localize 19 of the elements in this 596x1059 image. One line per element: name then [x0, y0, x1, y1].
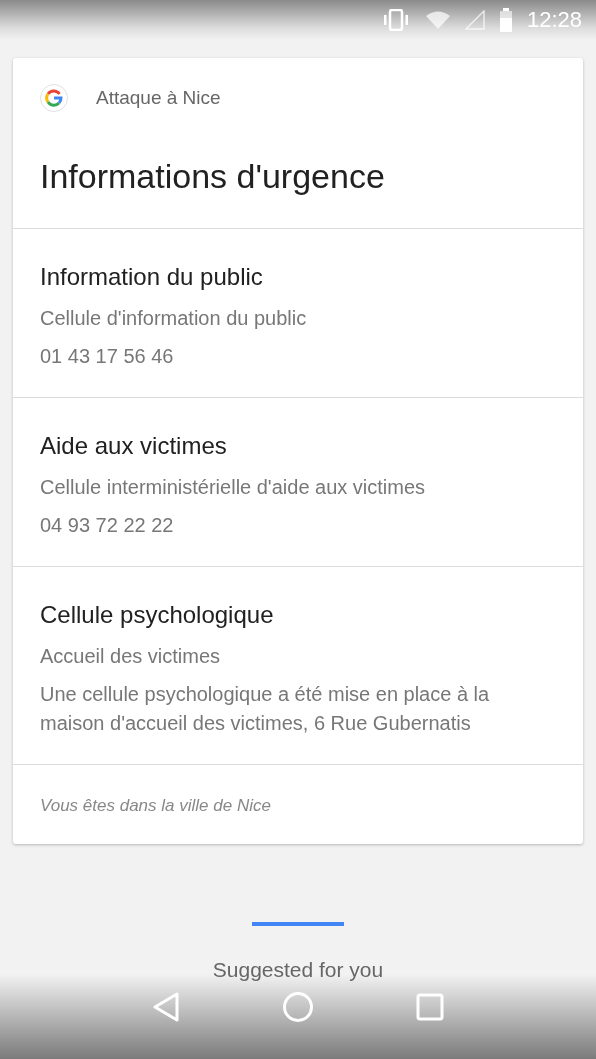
signal-icon — [464, 10, 485, 30]
home-button[interactable] — [282, 990, 314, 1024]
source-label: Attaque à Nice — [96, 87, 221, 109]
wifi-icon — [424, 10, 451, 30]
battery-icon — [498, 8, 513, 32]
section-title: Information du public — [40, 263, 264, 291]
card-title: Informations d'urgence — [40, 156, 386, 196]
suggested-heading: Suggested for you — [211, 958, 385, 982]
logo-icon — [40, 84, 68, 112]
clock-time: 12:28 — [526, 7, 582, 33]
location-note: Vous êtes dans la ville de Nice — [39, 795, 272, 817]
section-title: Aide aux victimes — [40, 432, 228, 460]
section-text: Cellule d'information du public — [40, 306, 308, 331]
section-text: 01 43 17 56 46 — [40, 344, 175, 369]
section-text: Cellule interministérielle d'aide aux victimes — [40, 475, 427, 500]
section-text: Accueil des victimes — [40, 644, 222, 669]
section-text: Une cellule psychologique a été mise en place à la maison d'accueil des victimes, 6 Rue Gubernatis — [40, 682, 491, 736]
section-title: Cellule psychologique — [40, 601, 275, 629]
section-text: 04 93 72 22 22 — [40, 513, 175, 538]
